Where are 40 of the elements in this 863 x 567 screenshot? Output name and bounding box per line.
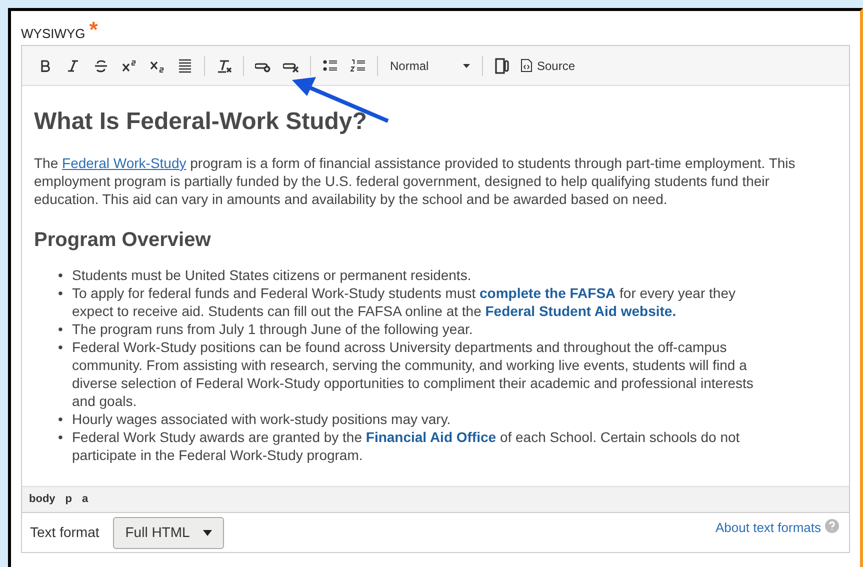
link[interactable]: Financial Aid Office [366, 429, 496, 445]
strikethrough-icon[interactable] [93, 58, 109, 74]
list-bullet: • [58, 410, 64, 428]
bulleted-list-icon[interactable] [322, 58, 338, 74]
link[interactable]: complete the FAFSA [480, 285, 616, 301]
element-path-item[interactable]: p [65, 491, 72, 508]
paragraph: The Federal Work-Study program is a form of financial assistance provided to students through part-time employment. This employment program is partially funded by the U.S. federal government, designed to help qualifying students fund their education. This aid can vary in amounts and availability by the school and be awarded based on need. [34, 154, 796, 208]
list-bullet: • [58, 320, 64, 338]
element-path-item[interactable]: a [82, 491, 88, 508]
horizontal-line-icon[interactable] [177, 58, 193, 74]
list-item: Students must be United States citizens or permanent residents. [72, 266, 472, 284]
list-item: Federal Work-Study positions can be found across University departments and throughout the off-campus community. From assisting with research, serving the community, and working live events, students will find a diverse selection of Federal Work-Study opportunities to compliment their academic and professional interests and goals. [72, 338, 754, 410]
link[interactable]: Federal Work-Study [62, 155, 186, 171]
element-path-item[interactable]: body [29, 491, 56, 508]
about-text-formats-link[interactable]: About text formats [716, 518, 821, 538]
document-code-icon [521, 59, 532, 72]
list-bullet: • [58, 284, 64, 303]
link[interactable]: Federal Student Aid website. [485, 303, 676, 319]
list-bullet: • [58, 428, 64, 447]
list-item: Federal Work Study awards are granted by the Financial Aid Office of each School. Certain schools do not participate in the Federal Work-Study program. [72, 428, 741, 464]
list-item: Hourly wages associated with work-study positions may vary. [72, 410, 451, 428]
format-dropdown[interactable]: Normal [384, 52, 476, 78]
list-bullet: • [58, 266, 64, 284]
numbered-list-icon[interactable] [350, 58, 366, 74]
source-button[interactable]: Source [517, 52, 580, 78]
field-label: WYSIWYG [21, 25, 86, 43]
heading: What Is Federal-Work Study? [34, 108, 368, 136]
text-format-select[interactable]: Full HTML [113, 516, 224, 548]
list-bullet: • [58, 338, 64, 357]
list-item: To apply for federal funds and Federal Work-Study students must complete the FAFSA for every year they expect to receive aid. Students can fill out the FAFSA online at the Federal Student Aid website. [72, 284, 736, 320]
italic-icon[interactable] [65, 58, 81, 74]
superscript-icon[interactable] [121, 58, 137, 74]
list-item: The program runs from July 1 through June of the following year. [72, 320, 473, 338]
caret-icon [203, 530, 212, 536]
caret-icon [463, 64, 470, 68]
subheading: Program Overview [34, 228, 212, 252]
required-mark: * [89, 19, 98, 41]
page-layout-icon[interactable] [494, 58, 510, 74]
remove-format-icon[interactable] [216, 58, 232, 74]
text-format-label: Text format [30, 523, 100, 542]
